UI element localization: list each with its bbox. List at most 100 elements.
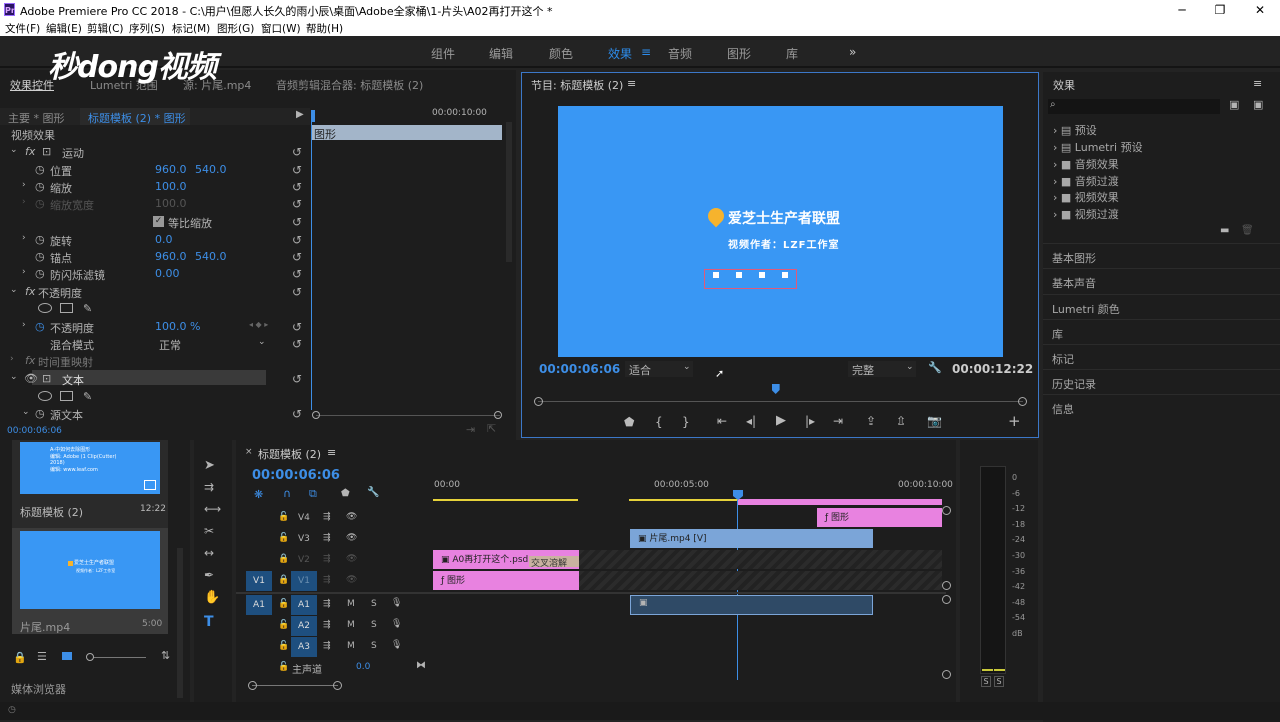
v-scroll-handle[interactable]: [942, 581, 951, 590]
sync-lock-icon[interactable]: ⇶: [323, 641, 331, 651]
zoom-slider[interactable]: [88, 657, 146, 658]
sync-lock-icon[interactable]: ⇶: [323, 533, 331, 543]
close-tab-icon[interactable]: ×: [245, 447, 253, 457]
new-preset-bin-icon[interactable]: ▣: [1229, 98, 1239, 111]
quality-select[interactable]: 完整 ⌄: [848, 361, 916, 377]
scale-row[interactable]: › ◷ 缩放 100.0 ↺: [0, 178, 310, 195]
minimize-button[interactable]: ─: [1162, 0, 1202, 20]
camera-icon[interactable]: 📷: [927, 414, 942, 428]
slip-tool-icon[interactable]: ↔: [204, 546, 214, 560]
text-handle[interactable]: [782, 272, 788, 278]
menu-file[interactable]: 文件(F): [5, 21, 40, 36]
menu-window[interactable]: 窗口(W): [261, 21, 301, 36]
delete-icon[interactable]: 🗑: [1241, 225, 1254, 236]
microphone-icon[interactable]: 🎙: [391, 619, 402, 629]
clip-graphic-v4[interactable]: ƒ 图形: [817, 508, 942, 527]
section-lumetri-color[interactable]: Lumetri 颜色: [1043, 294, 1280, 319]
a-scroll-handle[interactable]: [942, 595, 951, 604]
razor-tool-icon[interactable]: ✂: [204, 524, 214, 538]
text-handle[interactable]: [736, 272, 742, 278]
track-name[interactable]: V1: [291, 571, 317, 591]
rotation-row[interactable]: › ◷ 旋转 0.0 ↺: [0, 231, 310, 248]
add-button-icon[interactable]: +: [1008, 412, 1021, 430]
master-clip-label[interactable]: 主要 * 图形: [8, 110, 65, 126]
track-select-tool-icon[interactable]: ⇉: [204, 480, 214, 494]
icon-view-icon[interactable]: [62, 652, 72, 660]
rotation-value[interactable]: 0.0: [155, 233, 173, 246]
workspace-graphics[interactable]: 图形: [727, 45, 751, 62]
position-y-value[interactable]: 540.0: [195, 163, 227, 176]
lock-icon[interactable]: 🔒: [13, 651, 27, 664]
eye-icon[interactable]: 👁: [346, 533, 357, 543]
track-name[interactable]: V2: [298, 555, 310, 565]
uniform-scale-checkbox[interactable]: ✓: [153, 216, 164, 227]
source-patch-v1[interactable]: V1: [246, 571, 272, 591]
position-x-value[interactable]: 960.0: [155, 163, 187, 176]
clip-tail-a1[interactable]: ▣: [630, 595, 873, 615]
effects-tree-audio-effects[interactable]: › ■ 音频效果: [1053, 156, 1119, 172]
add-marker-icon[interactable]: ⬟: [624, 415, 634, 429]
microphone-icon[interactable]: 🎙: [391, 640, 402, 650]
media-browser-tab[interactable]: 媒体浏览器: [11, 681, 66, 697]
h-zoom-bar[interactable]: [252, 685, 338, 686]
cross-dissolve-transition[interactable]: 交叉溶解: [529, 556, 579, 569]
reset-icon[interactable]: ↺: [292, 372, 302, 386]
stopwatch-icon[interactable]: ◷: [35, 250, 45, 263]
ellipse-mask-icon[interactable]: [38, 303, 52, 313]
filter-icon[interactable]: ⇥: [466, 423, 475, 436]
motion-row[interactable]: ⌄ fx ⊡ 运动 ↺: [0, 143, 310, 160]
h-zoom-handle[interactable]: [333, 681, 342, 690]
scale-value[interactable]: 100.0: [155, 180, 187, 193]
menu-graphics[interactable]: 图形(G): [217, 21, 254, 36]
antiflicker-value[interactable]: 0.00: [155, 267, 180, 280]
stopwatch-icon[interactable]: ◷: [35, 163, 45, 176]
ec-graphic-clip[interactable]: 图形: [311, 125, 502, 141]
track-name[interactable]: A2: [291, 616, 317, 636]
blend-mode-row[interactable]: 混合模式 正常 ⌄ ↺: [0, 335, 310, 352]
play-only-audio-icon[interactable]: ▶: [296, 109, 304, 120]
hand-tool-icon[interactable]: ✋: [204, 590, 220, 605]
timeline-timecode[interactable]: 00:00:06:06: [252, 468, 340, 483]
wrench-icon[interactable]: 🔧: [367, 487, 379, 498]
fit-select[interactable]: 适合 ⌄: [625, 361, 693, 377]
antiflicker-row[interactable]: › ◷ 防闪烁滤镜 0.00 ↺: [0, 265, 310, 282]
effects-tree-audio-transitions[interactable]: › ■ 音频过渡: [1053, 173, 1119, 189]
workspace-assembly[interactable]: 组件: [431, 45, 455, 62]
wrench-icon[interactable]: 🔧: [928, 361, 942, 374]
scrubber-handle-right[interactable]: [1018, 397, 1027, 406]
work-area-bar[interactable]: [433, 499, 578, 501]
mute-button[interactable]: M: [347, 599, 355, 609]
mark-in-icon[interactable]: {: [655, 415, 663, 429]
eye-icon[interactable]: 👁: [24, 372, 38, 385]
effects-tree-lumetri-presets[interactable]: › ▤ Lumetri 预设: [1053, 139, 1143, 155]
rectangle-mask-icon[interactable]: [60, 303, 73, 313]
project-scrollbar[interactable]: [177, 548, 183, 698]
ripple-edit-tool-icon[interactable]: ⟷: [204, 502, 221, 516]
ellipse-mask-icon[interactable]: [38, 391, 52, 401]
selection-tool-icon[interactable]: ➤: [204, 458, 215, 473]
menu-help[interactable]: 帮助(H): [306, 21, 343, 36]
microphone-icon[interactable]: 🎙: [391, 598, 402, 608]
lock-icon[interactable]: 🔓: [278, 533, 289, 543]
workspace-effects[interactable]: 效果: [608, 45, 632, 62]
lift-icon[interactable]: ⇪: [866, 414, 876, 428]
snap-icon[interactable]: ∩: [283, 487, 291, 500]
program-scrubber[interactable]: [538, 401, 1023, 402]
solo-button[interactable]: S: [371, 620, 377, 630]
position-row[interactable]: ◷ 位置 960.0 540.0 ↺: [0, 161, 310, 178]
effects-tree-presets[interactable]: › ▤ 预设: [1053, 122, 1097, 138]
tab-audio-clip-mixer[interactable]: 音频剪辑混合器: 标题模板 (2): [276, 77, 423, 93]
pen-mask-icon[interactable]: ✎: [83, 302, 92, 315]
workspace-editing[interactable]: 编辑: [489, 45, 513, 62]
sync-lock-icon[interactable]: ⇶: [323, 554, 331, 564]
section-markers[interactable]: 标记: [1043, 344, 1280, 369]
ec-zoom-slider[interactable]: [316, 415, 500, 416]
play-icon[interactable]: ▶: [776, 413, 786, 428]
track-name[interactable]: V4: [298, 513, 310, 523]
workspace-more-icon[interactable]: »: [849, 45, 856, 59]
sync-lock-icon[interactable]: ⇶: [323, 512, 331, 522]
list-view-icon[interactable]: ☰: [37, 650, 47, 663]
project-item[interactable]: 爱芝士生产者联盟 视频作者：LZF工作室 片尾.mp4 5:00: [12, 528, 168, 634]
go-to-out-icon[interactable]: ⇥: [833, 414, 843, 428]
solo-left-button[interactable]: S: [981, 676, 991, 687]
